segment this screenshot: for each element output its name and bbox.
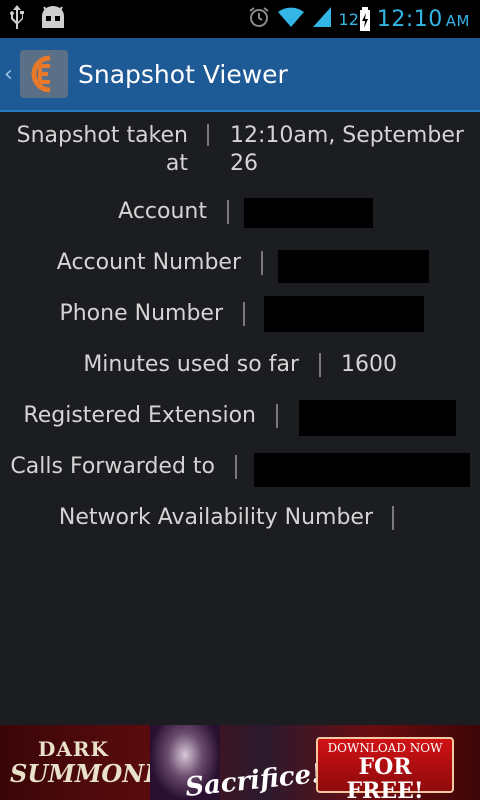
detail-label: Minutes used so far — [83, 352, 299, 377]
ad-cta-line2: FOR FREE! — [346, 754, 424, 800]
wifi-icon — [277, 5, 305, 33]
clock: 12:10 AM — [377, 7, 470, 32]
ad-download-button[interactable]: DOWNLOAD NOW FOR FREE! — [316, 737, 454, 800]
detail-label: Account — [118, 199, 207, 224]
clock-ampm: AM — [445, 11, 470, 30]
battery-indicator: 12 — [339, 6, 371, 32]
redacted-value — [299, 400, 456, 436]
detail-separator — [207, 124, 209, 146]
ad-brand-line1: DARK — [38, 737, 109, 761]
detail-row-phone-number: Phone Number — [0, 296, 480, 334]
detail-label: Calls Forwarded to — [10, 454, 215, 479]
detail-separator — [243, 302, 245, 326]
status-bar: 12 12:10 AM — [0, 0, 480, 38]
action-bar: ‹ Snapshot Viewer — [0, 38, 480, 112]
ad-banner[interactable]: DARK SUMMONER Sacrifice!? DOWNLOAD NOW F… — [0, 725, 480, 800]
detail-value: 12:10am, September 26 — [230, 123, 464, 176]
detail-label: Snapshot taken at — [16, 123, 188, 176]
detail-row-account: Account — [0, 198, 480, 230]
detail-separator — [276, 404, 278, 428]
detail-row-account-number: Account Number — [0, 249, 480, 283]
redacted-value — [264, 296, 424, 332]
battery-icon — [359, 7, 370, 31]
battery-level: 12 — [338, 9, 359, 29]
signal-icon — [311, 5, 333, 33]
detail-separator — [261, 251, 263, 275]
detail-value: 1600 — [341, 352, 397, 377]
redacted-value — [244, 198, 373, 228]
detail-label: Registered Extension — [23, 403, 256, 428]
detail-separator — [227, 200, 229, 224]
usb-icon — [8, 4, 26, 34]
android-debug-icon — [38, 4, 68, 34]
detail-row-network-availability: Network Availability Number — [0, 504, 480, 534]
ad-cta-line1: DOWNLOAD NOW — [327, 741, 443, 755]
page-title: Snapshot Viewer — [78, 59, 288, 89]
detail-separator — [235, 455, 237, 479]
redacted-value — [278, 250, 429, 283]
detail-row-snapshot-taken: Snapshot taken at 12:10am, September 26 — [0, 122, 480, 182]
detail-row-calls-forwarded: Calls Forwarded to — [0, 453, 480, 489]
detail-label: Account Number — [56, 250, 241, 275]
detail-row-registered-extension: Registered Extension — [0, 400, 480, 438]
detail-label: Network Availability Number — [58, 505, 373, 530]
up-navigation-icon[interactable]: ‹ — [4, 62, 16, 87]
detail-separator — [319, 353, 321, 377]
detail-label: Phone Number — [59, 301, 223, 326]
clock-time: 12:10 — [376, 6, 443, 32]
app-logo-icon[interactable] — [20, 50, 68, 98]
detail-separator — [392, 506, 394, 530]
alarm-icon — [247, 5, 271, 33]
detail-row-minutes-used: Minutes used so far 1600 — [0, 351, 480, 381]
redacted-value — [254, 453, 470, 487]
